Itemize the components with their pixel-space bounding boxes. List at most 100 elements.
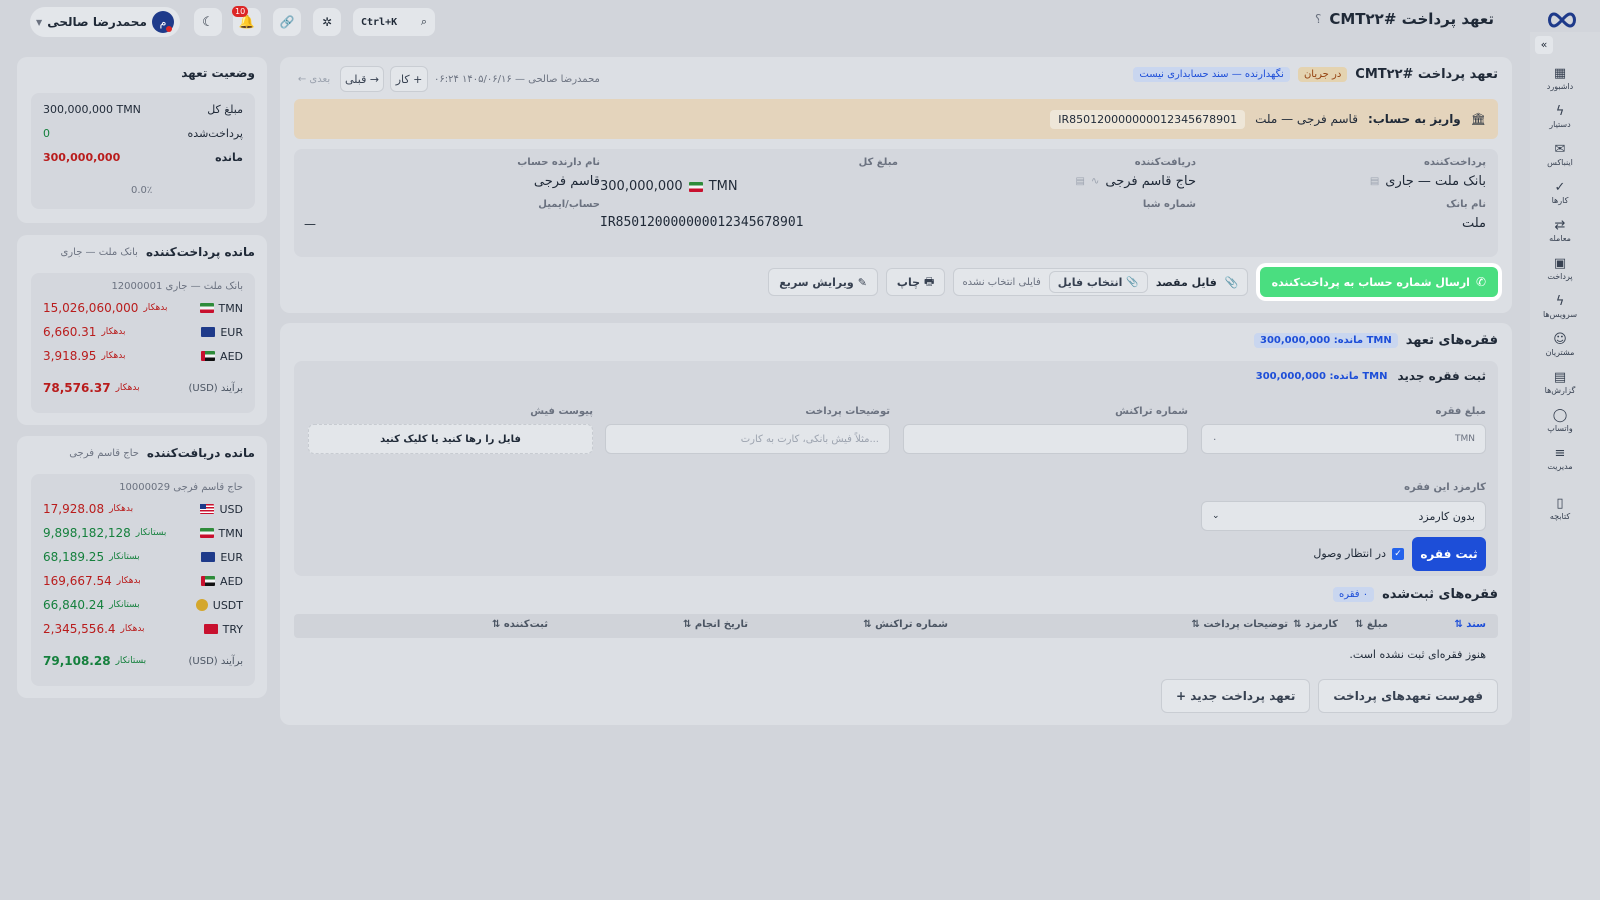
flag-icon — [203, 624, 218, 634]
remain-badge: TMN مانده: 300,000,000 — [1253, 333, 1398, 348]
submit-installment-button[interactable]: ثبت فقره — [1412, 537, 1486, 571]
payer-value: بانک ملت — جاری — [1385, 174, 1486, 189]
link-button[interactable]: 🔗 — [273, 8, 301, 36]
flag-icon — [201, 351, 216, 361]
user-name: محمدرضا صالحی — [47, 15, 147, 29]
sidebar-item-label: داشبورد — [1546, 82, 1574, 91]
prev-button[interactable]: → قبلی — [340, 66, 384, 92]
choose-file-button[interactable]: 📎 انتخاب فایل — [1048, 271, 1148, 293]
sidebar-item-label: مدیریت — [1547, 462, 1573, 471]
send-account-button[interactable]: ✆ ارسال شماره حساب به پرداخت‌کننده — [1259, 267, 1498, 297]
sidebar-item[interactable]: ≡ مدیریت — [1542, 446, 1578, 471]
sidebar-item-label: سرویس‌ها — [1542, 310, 1578, 319]
inbox-icon: ✉ — [1554, 142, 1566, 157]
notification-count-badge: 10 — [232, 6, 249, 17]
balance-amount: 15,026,060,000 — [43, 301, 139, 315]
new-commitment-button[interactable]: + تعهد پرداخت جدید — [1161, 679, 1311, 713]
sidebar-item[interactable]: ϟ دستیار — [1542, 104, 1578, 129]
deposit-iban[interactable]: IR850120000000012345678901 — [1050, 109, 1246, 129]
table-column-header[interactable]: کارمزد ⇅ — [1293, 619, 1338, 630]
balance-side: بستانکار — [109, 552, 140, 562]
sidebar-item[interactable]: ϟ سرویس‌ها — [1542, 294, 1578, 319]
currency-code: TMN — [218, 301, 243, 315]
table-column-header[interactable]: ثبت‌کننده ⇅ — [492, 619, 548, 630]
meta-info: محمدرضا صالحی — ۱۴۰۵/۰۶/۱۶ ۰۶:۲۴ — [434, 73, 600, 85]
currency-code: EUR — [220, 550, 243, 564]
theme-toggle-button[interactable]: ☾ — [194, 8, 222, 36]
status-row-value: 300,000,000 TMN — [43, 103, 141, 116]
collapse-sidebar-button[interactable]: « — [1535, 36, 1553, 54]
sidebar-item[interactable]: ✉ اینباکس — [1542, 142, 1578, 167]
pending-checkbox[interactable]: ✓ — [1392, 547, 1404, 560]
commitments-list-button[interactable]: فهرست تعهدهای پرداخت — [1318, 679, 1498, 713]
account-value: — — [304, 217, 316, 231]
payer-label: پرداخت‌کننده — [1424, 157, 1486, 168]
payer-account: بانک ملت — جاری 12000001 — [111, 281, 243, 292]
sidebar-item[interactable]: ⇄ معامله — [1542, 218, 1578, 243]
quick-edit-button[interactable]: ✎ ویرایش سریع — [768, 268, 878, 296]
document-icon[interactable]: ▤ — [1370, 176, 1379, 187]
sidebar-item-label: اینباکس — [1547, 158, 1573, 167]
registered-count: ۰ فقره — [1332, 587, 1375, 602]
pencil-icon: ✎ — [857, 275, 867, 289]
desc-input[interactable]: مثلاً فیش بانکی، کارت به کارت... — [605, 424, 890, 454]
sidebar-item-label: واتساپ — [1547, 424, 1573, 433]
new-remain-text: TMN مانده: 300,000,000 — [1255, 370, 1388, 382]
txn-input[interactable] — [903, 424, 1188, 454]
balance-amount: 169,667.54 — [43, 574, 112, 588]
receiver-value: حاج قاسم فرجی — [1105, 174, 1196, 189]
sidebar-item[interactable]: ✓ کارها — [1542, 180, 1578, 205]
print-button[interactable]: 🖶 چاپ — [885, 268, 946, 296]
balance-row: 68,189.25 بستانکار EUR — [43, 550, 243, 564]
table-column-header[interactable]: توضیحات پرداخت ⇅ — [1192, 619, 1288, 630]
sidebar-item[interactable]: ◯ واتساپ — [1542, 408, 1578, 433]
fee-label: کارمزد این فقره — [1404, 482, 1486, 493]
bank-value: ملت — [1461, 216, 1486, 231]
sidebar-item[interactable]: ▣ پرداخت — [1542, 256, 1578, 281]
status-row: مانده 300,000,000 — [43, 151, 243, 164]
pulse-icon[interactable]: ∿ — [1091, 176, 1099, 187]
accounting-tag: نگهدارنده — سند حسابداری نیست — [1133, 67, 1290, 82]
iran-flag-icon — [688, 181, 703, 192]
swap-icon: ⇄ — [1554, 218, 1566, 233]
status-row-label: پرداخت‌شده — [187, 127, 243, 140]
new-installment-title: ثبت فقره جدید — [1397, 369, 1486, 383]
receipt-label: پیوست فیش — [530, 406, 593, 417]
document-icon[interactable]: ▤ — [1076, 176, 1085, 187]
sidebar-item[interactable]: ▯ کتابچه — [1542, 496, 1578, 521]
page-header: تعهد پرداخت #CMT۲۲ ؟ — [1315, 10, 1494, 28]
payer-balance-title: مانده پرداخت‌کننده — [145, 245, 255, 259]
command-search-button[interactable]: Ctrl+K ⌕ — [353, 8, 435, 36]
search-icon: ⌕ — [420, 15, 427, 28]
status-badge: در جریان — [1297, 67, 1348, 82]
table-column-header[interactable]: تاریخ انجام ⇅ — [683, 619, 748, 630]
sidebar-item[interactable]: ▦ داشبورد — [1542, 66, 1578, 91]
app-logo[interactable] — [1544, 8, 1580, 32]
table-column-header[interactable]: سند ⇅ — [1454, 619, 1486, 630]
sidebar-item[interactable]: ☺ مشتریان — [1542, 332, 1578, 357]
next-button[interactable]: بعدی ← — [294, 74, 334, 85]
target-file-label: فایل مقصد — [1155, 275, 1217, 289]
fee-select[interactable]: ⌄ بدون کارمزد — [1201, 501, 1486, 531]
sidebar-item-label: کارها — [1551, 196, 1569, 205]
sidebar-item-label: مشتریان — [1545, 348, 1575, 357]
status-row-value: 0 — [43, 127, 50, 140]
report-icon: ▤ — [1553, 370, 1567, 385]
balance-total-label: برآیند (USD) — [188, 382, 244, 394]
sheba-value[interactable]: IR850120000000012345678901 — [600, 215, 804, 230]
amount-input[interactable]: ۰ TMN — [1201, 424, 1486, 454]
add-task-button[interactable]: + کار — [390, 66, 428, 92]
balance-side: بستانکار — [109, 600, 140, 610]
table-column-header[interactable]: شماره تراکنش ⇅ — [863, 619, 948, 630]
table-column-header[interactable]: مبلغ ⇅ — [1355, 619, 1388, 630]
bug-report-button[interactable]: ✲ — [313, 8, 341, 36]
bolt-icon: ϟ — [1555, 294, 1565, 309]
help-icon[interactable]: ؟ — [1315, 12, 1321, 26]
notifications-button[interactable]: 🔔 10 — [232, 6, 261, 36]
receipt-dropzone[interactable]: فایل را رها کنید یا کلیک کنید — [308, 424, 593, 454]
user-menu[interactable]: ▼ محمدرضا صالحی م — [30, 7, 180, 37]
check-icon: ✓ — [1554, 180, 1566, 195]
sidebar-item[interactable]: ▤ گزارش‌ها — [1542, 370, 1578, 395]
wallet-icon: ▣ — [1553, 256, 1567, 271]
desc-label: توضیحات پرداخت — [805, 406, 890, 417]
